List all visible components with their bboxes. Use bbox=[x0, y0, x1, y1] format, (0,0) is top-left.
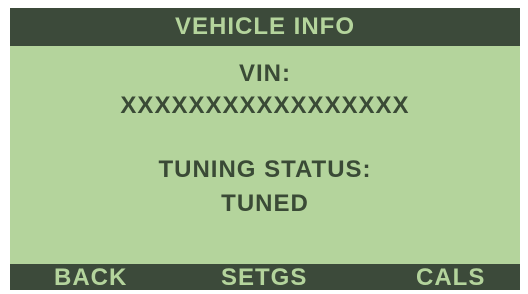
lcd-screen: VEHICLE INFO VIN: XXXXXXXXXXXXXXXXX TUNI… bbox=[10, 8, 520, 290]
vin-label: VIN: bbox=[239, 60, 291, 87]
settings-button[interactable]: SETGS bbox=[221, 264, 307, 290]
vehicle-info-panel: VIN: XXXXXXXXXXXXXXXXX TUNING STATUS: TU… bbox=[10, 46, 520, 252]
back-button[interactable]: BACK bbox=[54, 264, 127, 290]
screen-title: VEHICLE INFO bbox=[174, 13, 355, 40]
tuning-status-value: TUNED bbox=[221, 190, 309, 217]
vin-value: XXXXXXXXXXXXXXXXX bbox=[120, 92, 410, 119]
tuning-status-label: TUNING STATUS: bbox=[158, 156, 372, 183]
cals-button[interactable]: CALS bbox=[416, 264, 485, 290]
softkey-bar: BACK SETGS CALS bbox=[10, 264, 520, 290]
title-bar: VEHICLE INFO bbox=[10, 8, 520, 46]
